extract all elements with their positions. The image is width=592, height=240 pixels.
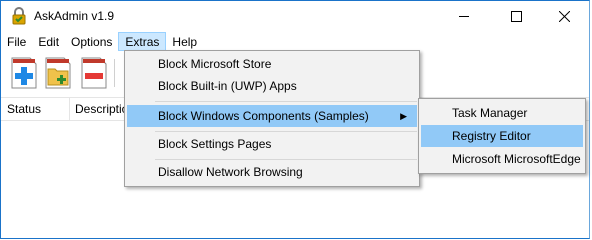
submenu-arrow-icon: ▶	[400, 111, 407, 121]
menu-separator	[155, 101, 417, 102]
menu-separator	[155, 159, 417, 160]
add-icon[interactable]	[11, 57, 37, 89]
menu-options[interactable]: Options	[65, 32, 118, 52]
menu-item-block-settings-pages[interactable]: Block Settings Pages	[127, 133, 417, 155]
window-title: AskAdmin v1.9	[34, 9, 115, 23]
minimize-button[interactable]	[441, 1, 487, 31]
menu-edit[interactable]: Edit	[32, 32, 65, 52]
add-folder-icon[interactable]	[45, 57, 71, 89]
padlock-icon	[12, 7, 26, 25]
menu-item-disallow-network-browsing[interactable]: Disallow Network Browsing	[127, 161, 417, 183]
submenu-item-registry-editor[interactable]: Registry Editor	[421, 125, 583, 147]
menu-item-block-uwp-apps[interactable]: Block Built-in (UWP) Apps	[127, 75, 417, 97]
toolbar-separator	[114, 59, 115, 87]
minimize-icon	[459, 15, 469, 17]
column-divider[interactable]	[69, 98, 70, 120]
title-bar[interactable]: AskAdmin v1.9	[1, 1, 589, 31]
menu-file[interactable]: File	[1, 32, 32, 52]
menu-extras[interactable]: Extras	[118, 32, 167, 51]
submenu-item-task-manager[interactable]: Task Manager	[421, 102, 583, 124]
menu-separator	[155, 131, 417, 132]
menu-bar: File Edit Options Extras Help	[1, 32, 589, 52]
menu-item-block-microsoft-store[interactable]: Block Microsoft Store	[127, 53, 417, 75]
column-status[interactable]: Status	[7, 102, 41, 116]
menu-help[interactable]: Help	[166, 32, 203, 52]
menu-item-block-windows-components[interactable]: Block Windows Components (Samples) ▶	[127, 105, 417, 127]
maximize-button[interactable]	[493, 1, 539, 31]
submenu-item-microsoft-edge[interactable]: Microsoft MicrosoftEdge	[421, 148, 583, 170]
close-icon	[558, 10, 570, 22]
close-button[interactable]	[541, 1, 587, 31]
menu-item-label: Block Windows Components (Samples)	[158, 109, 369, 123]
extras-dropdown-menu: Block Microsoft Store Block Built-in (UW…	[124, 50, 420, 187]
maximize-icon	[510, 10, 522, 22]
remove-icon[interactable]	[81, 57, 107, 89]
windows-components-submenu: Task Manager Registry Editor Microsoft M…	[418, 98, 586, 174]
